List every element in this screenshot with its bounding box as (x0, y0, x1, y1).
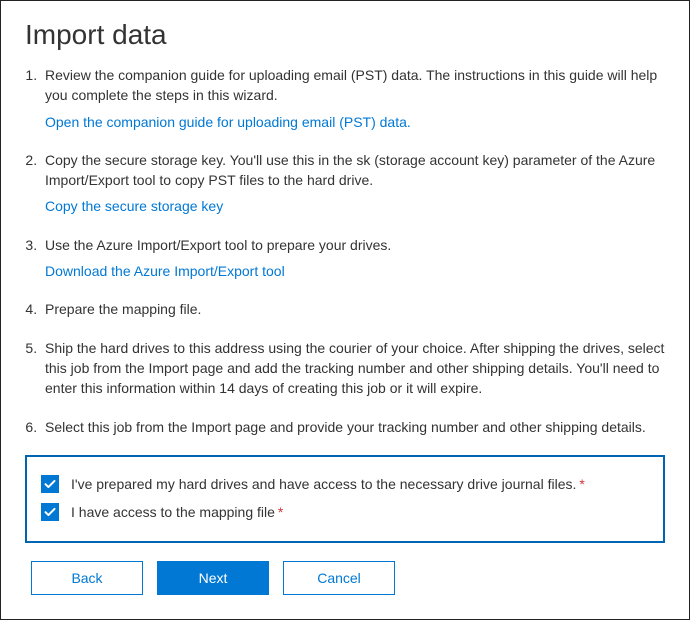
required-marker: * (579, 476, 584, 492)
step-6: Select this job from the Import page and… (41, 417, 665, 437)
step-1-text: Review the companion guide for uploading… (45, 65, 665, 106)
confirmation-box: I've prepared my hard drives and have ac… (25, 455, 665, 543)
prepared-drives-label: I've prepared my hard drives and have ac… (71, 475, 585, 493)
confirmation-row-2: I have access to the mapping file* (41, 503, 649, 521)
button-row: Back Next Cancel (25, 561, 665, 595)
step-1: Review the companion guide for uploading… (41, 65, 665, 132)
confirmation-row-1: I've prepared my hard drives and have ac… (41, 475, 649, 493)
step-6-text: Select this job from the Import page and… (45, 417, 665, 437)
page-title: Import data (25, 19, 665, 51)
mapping-file-label: I have access to the mapping file* (71, 503, 283, 521)
prepared-drives-label-text: I've prepared my hard drives and have ac… (71, 476, 576, 492)
download-import-export-tool-link[interactable]: Download the Azure Import/Export tool (45, 261, 285, 281)
cancel-button[interactable]: Cancel (283, 561, 395, 595)
back-button[interactable]: Back (31, 561, 143, 595)
prepared-drives-checkbox[interactable] (41, 475, 59, 493)
step-5-text: Ship the hard drives to this address usi… (45, 338, 665, 399)
copy-storage-key-link[interactable]: Copy the secure storage key (45, 196, 223, 216)
step-4: Prepare the mapping file. (41, 299, 665, 319)
check-icon (44, 478, 56, 490)
check-icon (44, 506, 56, 518)
steps-list: Review the companion guide for uploading… (25, 65, 665, 437)
next-button[interactable]: Next (157, 561, 269, 595)
required-marker: * (278, 504, 283, 520)
step-2-text: Copy the secure storage key. You'll use … (45, 150, 665, 191)
step-3: Use the Azure Import/Export tool to prep… (41, 235, 665, 282)
open-companion-guide-link[interactable]: Open the companion guide for uploading e… (45, 112, 411, 132)
mapping-file-label-text: I have access to the mapping file (71, 504, 275, 520)
mapping-file-checkbox[interactable] (41, 503, 59, 521)
wizard-panel: Import data Review the companion guide f… (0, 0, 690, 620)
step-3-text: Use the Azure Import/Export tool to prep… (45, 235, 665, 255)
step-4-text: Prepare the mapping file. (45, 299, 665, 319)
step-2: Copy the secure storage key. You'll use … (41, 150, 665, 217)
step-5: Ship the hard drives to this address usi… (41, 338, 665, 399)
